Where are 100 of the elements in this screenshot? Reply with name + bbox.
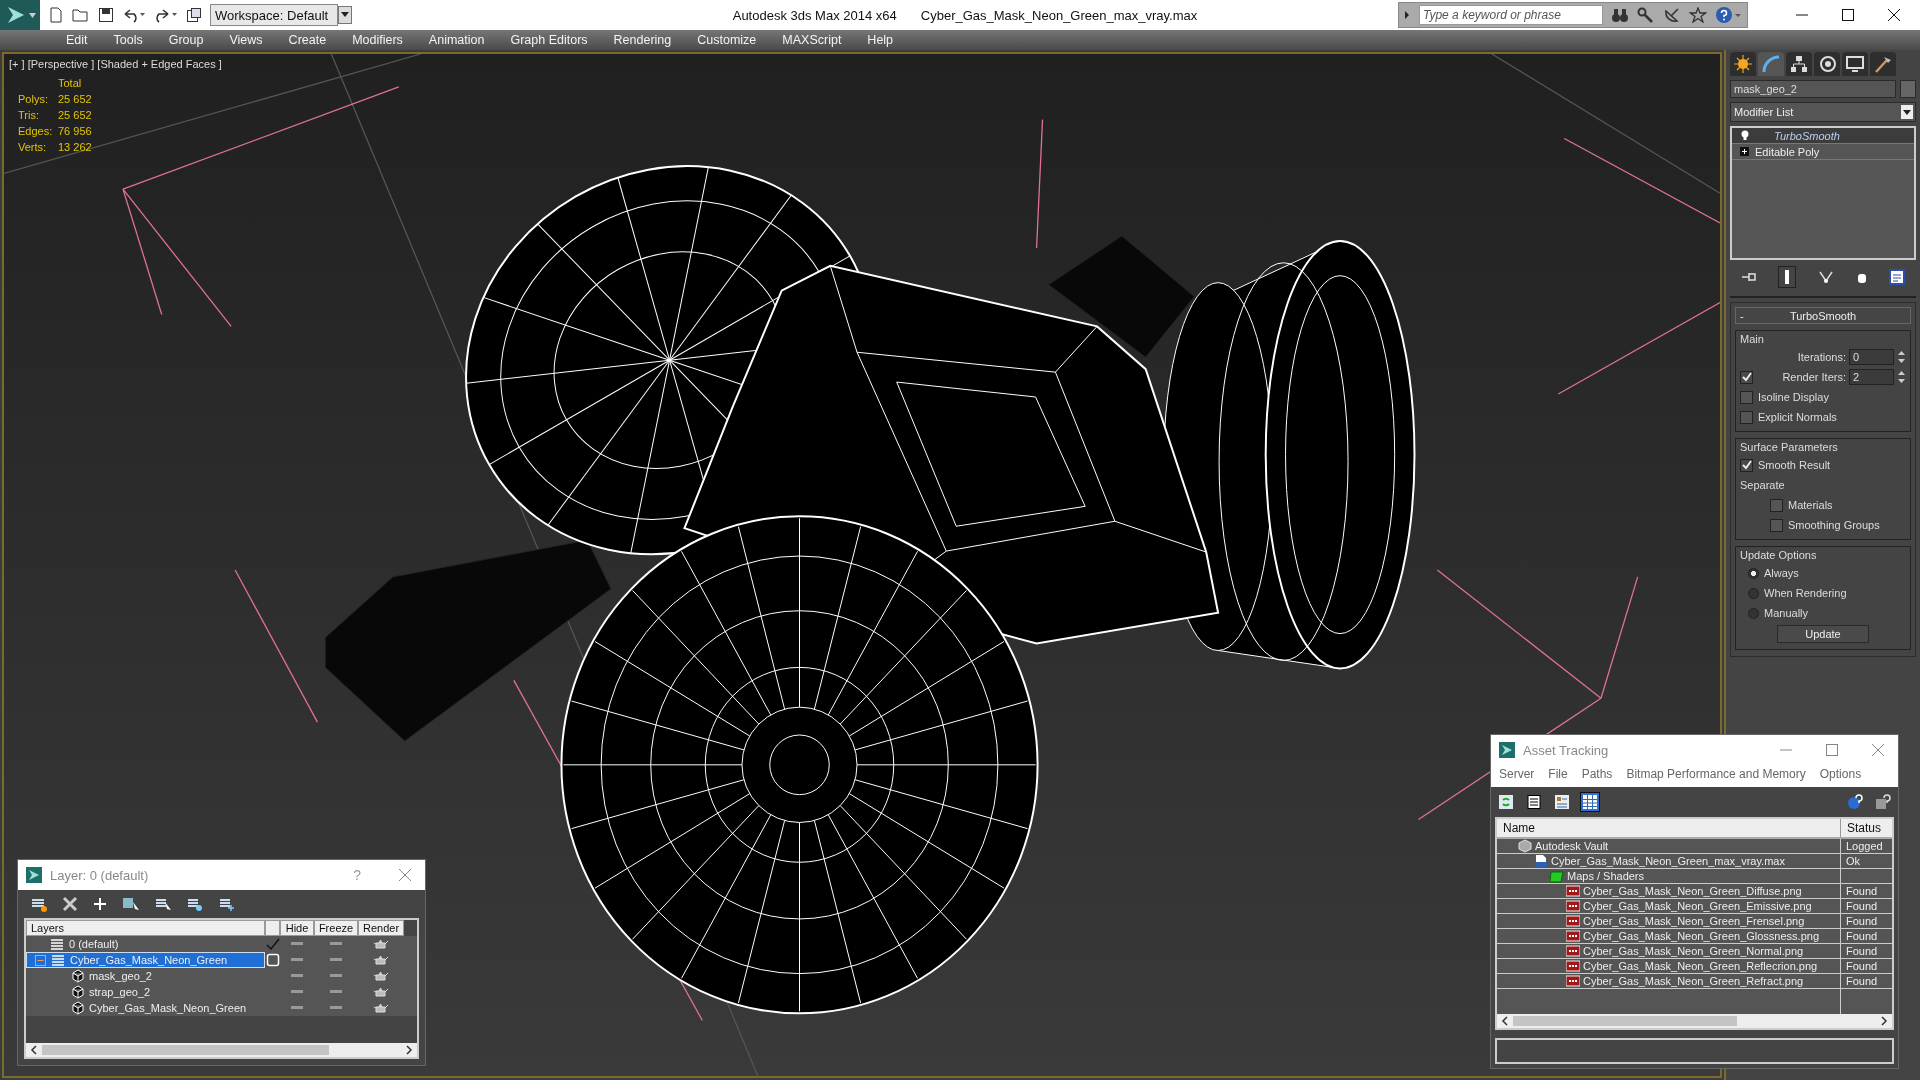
cube-cursor-icon[interactable]	[122, 896, 140, 912]
spinner-arrows-icon[interactable]	[1897, 349, 1906, 365]
utilities-tab[interactable]	[1870, 52, 1896, 76]
menu-item[interactable]: Tools	[101, 33, 155, 47]
menu-item[interactable]: Views	[217, 33, 275, 47]
undo-icon[interactable]	[122, 7, 146, 23]
hide-toggle-icon[interactable]	[291, 974, 303, 978]
menu-item[interactable]: Modifiers	[340, 33, 415, 47]
asset-name-cell[interactable]: Autodesk Vault	[1497, 839, 1841, 853]
asset-name-cell[interactable]: Cyber_Gas_Mask_Neon_Green_Normal.png	[1497, 944, 1841, 958]
menu-item[interactable]: Animation	[416, 33, 497, 47]
menu-item[interactable]: File	[1548, 767, 1568, 781]
asset-name-cell[interactable]: Cyber_Gas_Mask_Neon_Green_Emissive.png	[1497, 899, 1841, 913]
menu-item[interactable]: Paths	[1581, 767, 1613, 781]
column-header[interactable]: Freeze	[314, 920, 358, 936]
layer-tree-item[interactable]: Cyber_Gas_Mask_Neon_Green	[26, 952, 265, 968]
refresh-view-button[interactable]	[1497, 793, 1515, 811]
hierarchy-tab[interactable]	[1786, 52, 1812, 76]
new-file-icon[interactable]	[48, 7, 64, 23]
freeze-toggle-icon[interactable]	[330, 990, 342, 994]
column-header[interactable]: Name	[1497, 819, 1841, 837]
rollout-header[interactable]: - TurboSmooth	[1735, 307, 1911, 324]
menu-item[interactable]: Edit	[54, 33, 100, 47]
spinner-field[interactable]: 0	[1849, 349, 1894, 365]
column-header[interactable]: Layers	[26, 920, 265, 936]
delete-icon[interactable]	[62, 896, 78, 912]
checkbox[interactable]	[1770, 498, 1783, 512]
show-end-result-icon[interactable]	[1778, 266, 1797, 288]
radio-button[interactable]	[1748, 587, 1759, 599]
make-unique-icon[interactable]	[1818, 270, 1834, 284]
display-tab[interactable]	[1842, 52, 1868, 76]
modifier-list-dropdown[interactable]: Modifier List	[1730, 102, 1916, 122]
key-icon[interactable]	[1637, 7, 1655, 23]
open-folder-icon[interactable]	[72, 7, 90, 23]
menu-item[interactable]: Options	[1819, 767, 1862, 781]
asset-name-cell[interactable]: Cyber_Gas_Mask_Neon_Green_max_vray.max	[1497, 854, 1841, 868]
viewport-label[interactable]: [+ ] [Perspective ] [Shaded + Edged Faces ]	[9, 58, 222, 70]
table-view-button[interactable]	[1581, 793, 1599, 811]
scroll-left-icon[interactable]	[30, 1045, 38, 1055]
layers-cursor-icon[interactable]	[154, 896, 172, 912]
pin-icon[interactable]	[1740, 270, 1757, 284]
hide-toggle-icon[interactable]	[291, 1006, 303, 1010]
freeze-toggle-icon[interactable]	[330, 1006, 342, 1010]
spinner-arrows-icon[interactable]	[1897, 369, 1906, 385]
checkbox[interactable]	[1740, 410, 1753, 424]
workspace-dropdown[interactable]: Workspace: Default	[210, 4, 338, 26]
menu-item[interactable]: Customize	[685, 33, 769, 47]
help-icon[interactable]	[1846, 793, 1864, 811]
horizontal-scrollbar[interactable]	[26, 1043, 417, 1057]
menu-item[interactable]: Graph Editors	[498, 33, 600, 47]
teapot-icon[interactable]	[373, 1002, 389, 1014]
scroll-left-icon[interactable]	[1501, 1016, 1509, 1027]
search-field[interactable]: Type a keyword or phrase	[1419, 5, 1603, 25]
close-icon[interactable]	[1888, 9, 1900, 21]
column-header[interactable]: Status	[1841, 819, 1892, 837]
checkbox[interactable]	[1740, 458, 1753, 472]
checkbox[interactable]	[1770, 518, 1783, 532]
motion-tab[interactable]	[1814, 52, 1840, 76]
hide-toggle-icon[interactable]	[291, 958, 303, 962]
object-color-swatch[interactable]	[1900, 80, 1916, 98]
menu-item[interactable]: Help	[855, 33, 906, 47]
satellite-icon[interactable]	[1663, 7, 1681, 23]
binoculars-icon[interactable]	[1611, 7, 1629, 23]
details-view-button[interactable]	[1553, 793, 1571, 811]
horizontal-scrollbar[interactable]	[1497, 1014, 1892, 1029]
teapot-icon[interactable]	[373, 938, 389, 950]
freeze-toggle-icon[interactable]	[330, 942, 342, 946]
scroll-right-icon[interactable]	[405, 1045, 413, 1055]
teapot-icon[interactable]	[373, 954, 389, 966]
menu-item[interactable]: MAXScript	[770, 33, 854, 47]
scroll-right-icon[interactable]	[1880, 1016, 1888, 1027]
freeze-toggle-icon[interactable]	[330, 974, 342, 978]
freeze-toggle-icon[interactable]	[330, 958, 342, 962]
teapot-icon[interactable]	[373, 986, 389, 998]
hide-toggle-icon[interactable]	[291, 990, 303, 994]
menu-item[interactable]: Server	[1499, 767, 1535, 781]
menu-item[interactable]: Bitmap Performance and Memory	[1626, 767, 1806, 781]
path-field[interactable]	[1495, 1038, 1894, 1064]
create-tab[interactable]	[1730, 52, 1756, 76]
stack-item[interactable]: Editable Poly	[1732, 144, 1914, 160]
object-name-field[interactable]: mask_geo_2	[1730, 80, 1896, 98]
checkbox[interactable]	[1740, 390, 1753, 404]
radio-button[interactable]	[1748, 607, 1759, 619]
column-header[interactable]: Hide	[280, 920, 314, 936]
menu-item[interactable]: Rendering	[601, 33, 684, 47]
spinner-field[interactable]: 2	[1849, 369, 1894, 385]
maximize-icon[interactable]	[1842, 9, 1854, 21]
menu-item[interactable]: Group	[156, 33, 216, 47]
configure-sets-icon[interactable]	[1889, 269, 1906, 285]
hide-toggle-icon[interactable]	[291, 942, 303, 946]
menu-item[interactable]: Create	[276, 33, 339, 47]
stack-item[interactable]: TurboSmooth	[1732, 128, 1914, 144]
asset-name-cell[interactable]: Cyber_Gas_Mask_Neon_Green_Refract.png	[1497, 974, 1841, 988]
app-logo-button[interactable]	[0, 0, 40, 30]
project-folder-icon[interactable]	[186, 7, 202, 23]
radio-button[interactable]	[1748, 567, 1759, 579]
star-icon[interactable]	[1689, 7, 1707, 23]
help-icon[interactable]	[1715, 6, 1743, 24]
layers-highlight-icon[interactable]	[186, 896, 204, 912]
redo-icon[interactable]	[154, 7, 178, 23]
